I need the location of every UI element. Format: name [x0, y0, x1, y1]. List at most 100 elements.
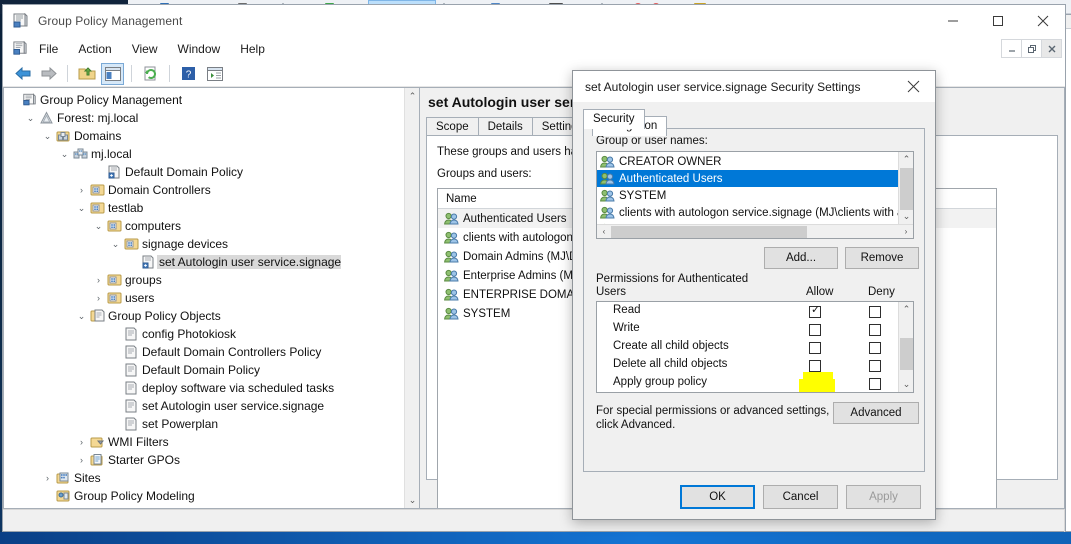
tree-node[interactable]: set Autologin user service.signage [4, 397, 419, 415]
tree-node[interactable]: set Autologin user service.signage [4, 253, 419, 271]
group-list-row[interactable]: Authenticated Users [597, 170, 913, 187]
tree-node[interactable]: ⌄ Domains [4, 127, 419, 145]
menu-action[interactable]: Action [69, 39, 120, 59]
tree-expander-icon[interactable]: ⌄ [24, 109, 37, 127]
tree-node[interactable]: set Powerplan [4, 415, 419, 433]
permissions-scroll-up-arrow[interactable]: ⌃ [899, 302, 913, 317]
maximize-button[interactable] [975, 5, 1020, 37]
permission-allow-checkbox[interactable]: ✓ [809, 304, 821, 318]
tree-node[interactable]: Default Domain Controllers Policy [4, 343, 419, 361]
permission-allow-checkbox[interactable] [809, 342, 821, 354]
menu-window[interactable]: Window [169, 39, 230, 59]
tab-scope[interactable]: Scope [426, 117, 479, 136]
permissions-scroll-down-arrow[interactable]: ⌄ [899, 377, 913, 392]
menu-view[interactable]: View [123, 39, 167, 59]
permission-allow-checkbox[interactable] [809, 324, 821, 336]
close-button[interactable] [1020, 5, 1065, 37]
window-title-bar[interactable]: Group Policy Management [3, 5, 1065, 37]
mdi-restore-button[interactable] [1021, 39, 1042, 58]
tree-node[interactable]: ⌄ mj.local [4, 145, 419, 163]
tree-expander-icon[interactable]: › [75, 451, 88, 469]
group-list-scroll-down-arrow[interactable]: ⌄ [899, 209, 913, 224]
tree-node[interactable]: Default Domain Policy [4, 163, 419, 181]
group-list-horizontal-scrollbar[interactable]: ‹ › [597, 224, 913, 238]
permissions-list[interactable]: Read ✓ Write Create all child objects Delete… [596, 301, 914, 393]
show-hide-console-tree-icon[interactable] [101, 62, 124, 85]
group-list-row[interactable]: clients with autologon service.signage (… [597, 204, 913, 221]
tree-expander-icon[interactable]: ⌄ [41, 127, 54, 145]
tree-node[interactable]: › users [4, 289, 419, 307]
tree-node[interactable]: › Starter GPOs [4, 451, 419, 469]
permission-deny-checkbox[interactable] [869, 378, 881, 390]
dialog-cancel-button[interactable]: Cancel [763, 485, 838, 509]
mdi-close-button[interactable] [1041, 39, 1062, 58]
back-icon[interactable] [11, 63, 34, 85]
permission-deny-checkbox[interactable] [869, 360, 881, 372]
tab-security[interactable]: Security [583, 109, 645, 129]
dialog-title-bar[interactable]: set Autologin user service.signage Secur… [573, 71, 935, 102]
bottom-taskbar[interactable] [0, 532, 1071, 544]
gpo-container-icon [88, 308, 106, 324]
group-list-vertical-scrollbar[interactable]: ⌃ ⌄ [898, 152, 913, 224]
permissions-vertical-scrollbar[interactable]: ⌃ ⌄ [898, 302, 913, 392]
group-list-hscroll-right-arrow[interactable]: › [899, 227, 913, 236]
refresh-icon[interactable] [139, 63, 162, 85]
tree-expander-icon[interactable]: › [92, 271, 105, 289]
tree-expander-icon[interactable]: ⌄ [75, 307, 88, 325]
minimize-button[interactable] [930, 5, 975, 37]
tree-node[interactable]: › Domain Controllers [4, 181, 419, 199]
group-list-hscroll-left-arrow[interactable]: ‹ [597, 227, 611, 236]
tree-expander-icon[interactable]: › [75, 181, 88, 199]
tree-expander-icon[interactable]: › [92, 289, 105, 307]
forward-icon[interactable] [37, 63, 60, 85]
group-list-row[interactable]: CREATOR OWNER [597, 153, 913, 170]
export-list-icon[interactable] [203, 63, 226, 85]
tree-expander-icon[interactable]: ⌄ [75, 199, 88, 217]
permission-deny-checkbox[interactable] [869, 324, 881, 336]
permissions-scroll-thumb[interactable] [900, 338, 913, 370]
tree-node[interactable]: deploy software via scheduled tasks [4, 379, 419, 397]
dialog-apply-button[interactable]: Apply [846, 485, 921, 509]
tree-scroll-up-arrow[interactable]: ⌃ [405, 88, 419, 104]
tree-expander-icon[interactable]: › [75, 433, 88, 451]
group-or-user-names-list[interactable]: CREATOR OWNER Authenticated Users SYSTEM cl… [596, 151, 914, 239]
tree-node[interactable]: › Sites [4, 469, 419, 487]
permission-deny-checkbox[interactable] [869, 306, 881, 318]
dialog-close-button[interactable] [891, 71, 935, 102]
group-list-hscroll-thumb[interactable] [611, 225, 807, 238]
tree-vertical-scrollbar[interactable]: ⌃ ⌄ [404, 88, 419, 508]
tree-node[interactable]: › WMI Filters [4, 433, 419, 451]
tree-node[interactable]: ⌄ Group Policy Objects [4, 307, 419, 325]
tree-node[interactable]: › groups [4, 271, 419, 289]
up-folder-icon[interactable] [75, 63, 98, 85]
mdi-minimize-button[interactable] [1001, 39, 1022, 58]
dialog-advanced-button[interactable]: Advanced [833, 402, 919, 424]
tree-expander-icon[interactable]: ⌄ [92, 217, 105, 235]
tree-node[interactable]: Group Policy Results [4, 505, 419, 508]
permission-allow-checkbox[interactable] [809, 360, 821, 372]
tree-node[interactable]: Default Domain Policy [4, 361, 419, 379]
tree-expander-icon[interactable]: › [41, 469, 54, 487]
tree-node[interactable]: config Photokiosk [4, 325, 419, 343]
dialog-ok-button[interactable]: OK [680, 485, 755, 509]
tree-node[interactable]: ⌄ Forest: mj.local [4, 109, 419, 127]
tree-node[interactable]: Group Policy Modeling [4, 487, 419, 505]
tab-details[interactable]: Details [477, 117, 533, 136]
tree-expander-icon[interactable]: ⌄ [58, 145, 71, 163]
permission-deny-checkbox[interactable] [869, 342, 881, 354]
tree-expander-icon[interactable]: ⌄ [109, 235, 122, 253]
help-icon[interactable]: ? [177, 63, 200, 85]
gpo-icon [122, 416, 140, 432]
group-list-scroll-thumb[interactable] [900, 168, 913, 210]
group-list-scroll-up-arrow[interactable]: ⌃ [899, 152, 913, 167]
dialog-remove-button[interactable]: Remove [845, 247, 919, 269]
dialog-add-button[interactable]: Add... [764, 247, 838, 269]
tree-node[interactable]: ⌄ computers [4, 217, 419, 235]
tree-node[interactable]: Group Policy Management [4, 91, 419, 109]
menu-file[interactable]: File [30, 39, 67, 59]
tree-scroll-down-arrow[interactable]: ⌄ [405, 492, 419, 508]
tree-node[interactable]: ⌄ testlab [4, 199, 419, 217]
menu-help[interactable]: Help [231, 39, 274, 59]
group-list-row[interactable]: SYSTEM [597, 187, 913, 204]
tree-node[interactable]: ⌄ signage devices [4, 235, 419, 253]
